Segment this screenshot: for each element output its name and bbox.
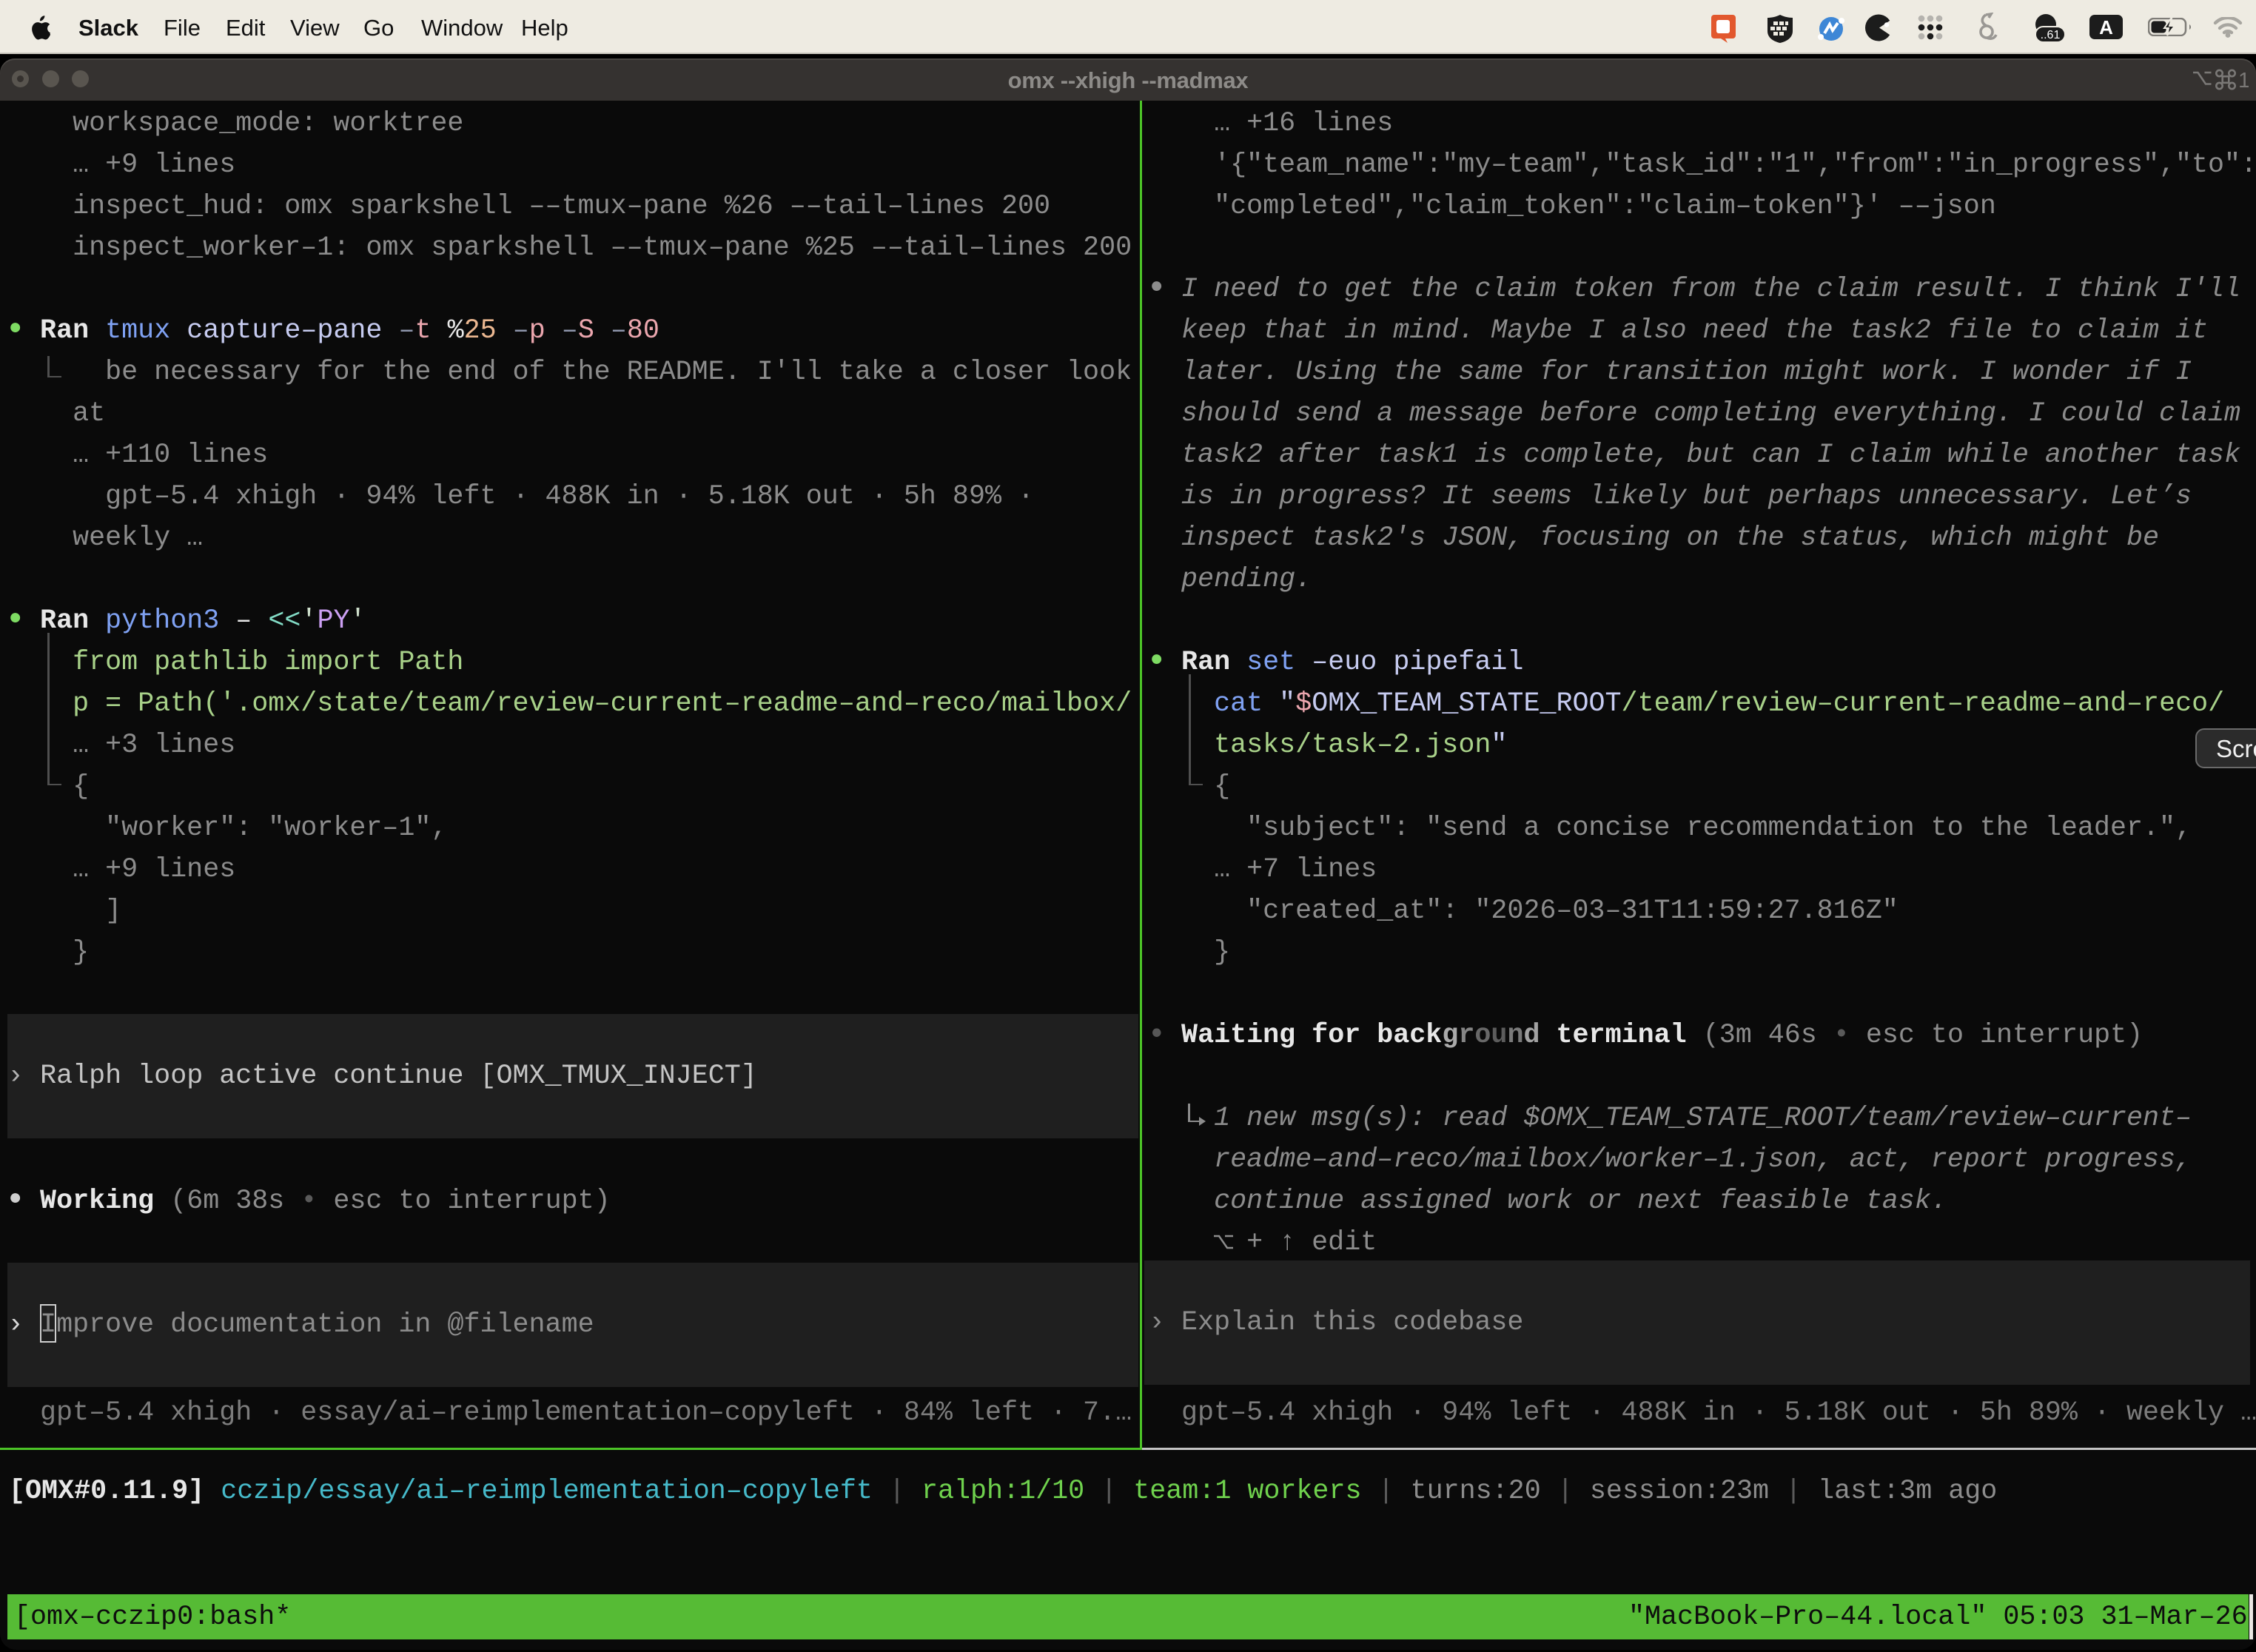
svg-text:1: 1 [2238,69,2249,93]
svg-text:..61: ..61 [2041,29,2061,41]
